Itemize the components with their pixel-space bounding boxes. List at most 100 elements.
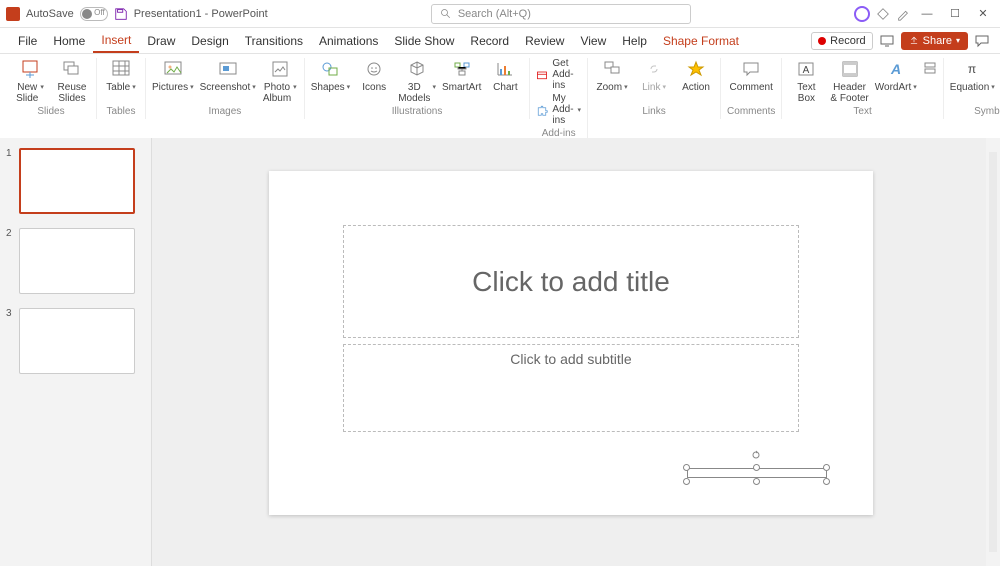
wordart-button[interactable]: AWordArt (875, 58, 917, 104)
thumbnail-2[interactable]: 2 (6, 228, 145, 294)
equation-icon: π (962, 59, 982, 79)
reuse-slides-button[interactable]: Reuse Slides (54, 58, 90, 104)
zoom-icon (602, 59, 622, 79)
share-button[interactable]: Share▾ (901, 32, 968, 50)
group-tables-label: Tables (107, 104, 136, 119)
reuse-slides-icon (62, 59, 82, 79)
comment-button[interactable]: Comment (730, 58, 773, 104)
text-box-button[interactable]: AText Box (788, 58, 824, 104)
photo-album-button[interactable]: Photo Album (262, 58, 298, 104)
autosave-label: AutoSave (26, 8, 74, 20)
3d-models-button[interactable]: 3D Models (398, 58, 436, 104)
group-illustrations-label: Illustrations (392, 104, 443, 119)
search-placeholder: Search (Alt+Q) (458, 8, 531, 20)
group-images-label: Images (208, 104, 241, 119)
diamond-icon[interactable] (876, 7, 890, 21)
tab-review[interactable]: Review (517, 28, 572, 53)
slide-thumbnails-panel: 1 2 3 (0, 138, 152, 566)
autosave-toggle[interactable]: Off (80, 7, 108, 21)
resize-handle[interactable] (823, 478, 830, 485)
textbox-icon: A (796, 59, 816, 79)
thumbnail-3[interactable]: 3 (6, 308, 145, 374)
pictures-button[interactable]: Pictures (152, 58, 194, 104)
tab-help[interactable]: Help (614, 28, 655, 53)
tab-view[interactable]: View (572, 28, 614, 53)
document-title: Presentation1 - PowerPoint (134, 8, 268, 20)
action-button[interactable]: Action (678, 58, 714, 104)
thumbnail-1[interactable]: 1 (6, 148, 145, 214)
slide-canvas-area[interactable]: Click to add title Click to add subtitle (152, 138, 1000, 566)
new-slide-button[interactable]: New Slide (12, 58, 48, 104)
get-addins-button[interactable]: Get Add-ins (536, 58, 581, 91)
zoom-button[interactable]: Zoom (594, 58, 630, 104)
text-more-button[interactable] (923, 58, 937, 104)
equation-button[interactable]: πEquation (950, 58, 995, 104)
comments-pane-icon[interactable] (974, 33, 990, 49)
group-text-label: Text (853, 104, 871, 119)
minimize-button[interactable]: — (916, 3, 938, 25)
save-icon[interactable] (114, 7, 128, 21)
tab-insert[interactable]: Insert (93, 28, 139, 53)
link-button[interactable]: Link (636, 58, 672, 104)
ribbon: New Slide Reuse Slides Slides Table Tabl… (0, 54, 1000, 142)
thumbnail-number: 3 (6, 308, 14, 319)
icons-icon (364, 59, 384, 79)
resize-handle[interactable] (823, 464, 830, 471)
thumbnail-number: 1 (6, 148, 14, 159)
group-images: Pictures Screenshot Photo Album Images (146, 58, 305, 119)
search-icon (440, 8, 452, 20)
screenshot-button[interactable]: Screenshot (200, 58, 256, 104)
resize-handle[interactable] (753, 478, 760, 485)
chart-button[interactable]: Chart (487, 58, 523, 104)
resize-handle[interactable] (753, 464, 760, 471)
chart-icon (495, 59, 515, 79)
maximize-button[interactable]: ☐ (944, 3, 966, 25)
subtitle-placeholder[interactable]: Click to add subtitle (343, 344, 799, 432)
my-addins-button[interactable]: My Add-ins▾ (536, 93, 581, 126)
resize-handle[interactable] (683, 464, 690, 471)
smartart-button[interactable]: SmartArt (442, 58, 481, 104)
group-text: AText Box Header & Footer AWordArt Text (782, 58, 943, 119)
tab-animations[interactable]: Animations (311, 28, 386, 53)
group-symbols-label: Symbols (974, 104, 1000, 119)
tab-draw[interactable]: Draw (139, 28, 183, 53)
link-icon (644, 59, 664, 79)
tab-transitions[interactable]: Transitions (237, 28, 311, 53)
account-avatar[interactable] (854, 6, 870, 22)
vertical-scrollbar[interactable] (986, 138, 1000, 566)
action-icon (686, 59, 706, 79)
tab-record[interactable]: Record (462, 28, 517, 53)
group-symbols: πEquation ΩSymbol Symbols (944, 58, 1000, 119)
title-placeholder[interactable]: Click to add title (343, 225, 799, 338)
shapes-icon (320, 59, 340, 79)
screenshot-icon (218, 59, 238, 79)
record-button[interactable]: Record (811, 32, 872, 50)
cube-icon (407, 59, 427, 79)
group-tables: Table Tables (97, 58, 146, 119)
shapes-button[interactable]: Shapes (311, 58, 350, 104)
tab-file[interactable]: File (10, 28, 45, 53)
selected-shape[interactable] (687, 454, 827, 482)
icons-button[interactable]: Icons (356, 58, 392, 104)
rotate-handle[interactable] (751, 450, 761, 460)
comment-icon (741, 59, 761, 79)
present-icon[interactable] (879, 33, 895, 49)
subtitle-placeholder-text: Click to add subtitle (510, 351, 631, 367)
menu-tabs: File Home Insert Draw Design Transitions… (0, 28, 1000, 54)
pen-icon[interactable] (896, 7, 910, 21)
tab-home[interactable]: Home (45, 28, 93, 53)
tab-shape-format[interactable]: Shape Format (655, 28, 747, 53)
header-footer-icon (840, 59, 860, 79)
header-footer-button[interactable]: Header & Footer (830, 58, 868, 104)
new-slide-icon (20, 59, 40, 79)
search-box[interactable]: Search (Alt+Q) (431, 4, 691, 24)
group-slides-label: Slides (37, 104, 64, 119)
close-button[interactable]: ✕ (972, 3, 994, 25)
table-button[interactable]: Table (103, 58, 139, 104)
tab-slideshow[interactable]: Slide Show (386, 28, 462, 53)
more-icon (924, 59, 936, 79)
slide-canvas[interactable]: Click to add title Click to add subtitle (269, 171, 873, 515)
resize-handle[interactable] (683, 478, 690, 485)
group-comments-label: Comments (727, 104, 775, 119)
tab-design[interactable]: Design (183, 28, 236, 53)
